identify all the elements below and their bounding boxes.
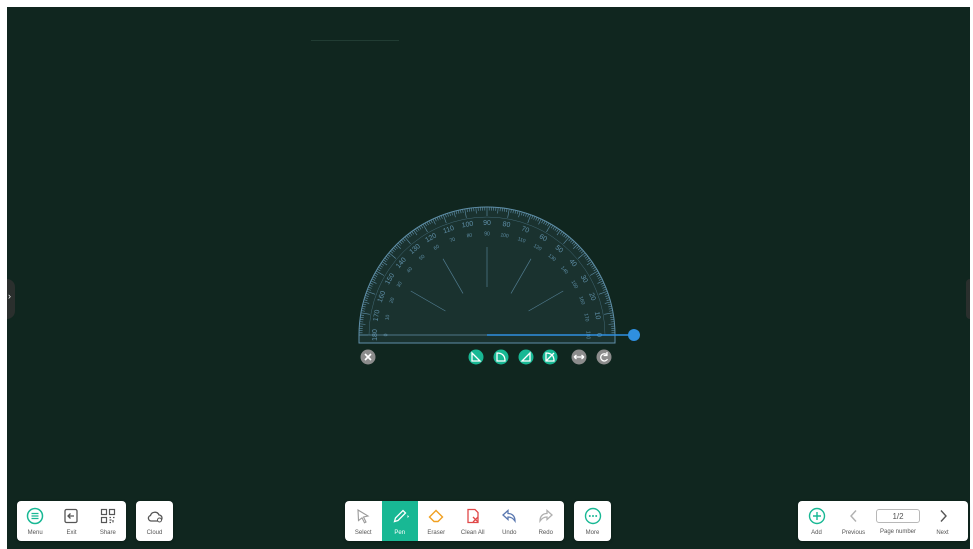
redo-button[interactable]: Redo xyxy=(528,501,565,541)
more-toolbar: More xyxy=(574,501,611,541)
protractor-tool[interactable]: 0180101702016030150401405013060120701108… xyxy=(357,205,647,370)
pen-icon xyxy=(393,509,409,523)
faint-stroke xyxy=(311,40,399,41)
more-icon xyxy=(584,507,601,525)
chevron-left-icon xyxy=(849,510,857,522)
left-drawer-handle[interactable]: › xyxy=(7,279,15,319)
rotate-protractor-button[interactable] xyxy=(596,349,612,365)
protractor-body[interactable] xyxy=(358,206,616,344)
protractor-inner-label: 0 xyxy=(383,333,389,336)
qr-code-icon xyxy=(100,508,115,524)
share-label: Share xyxy=(99,530,116,536)
right-drawer-handle[interactable] xyxy=(966,279,970,319)
cursor-icon xyxy=(357,508,370,524)
protractor-rotate-handle[interactable] xyxy=(628,329,640,341)
clean-all-button[interactable]: Clean All xyxy=(455,501,492,541)
close-protractor-button[interactable] xyxy=(360,349,376,365)
page-number-value[interactable]: 1/2 xyxy=(876,509,920,523)
undo-icon xyxy=(502,509,516,524)
share-button[interactable]: Share xyxy=(90,501,126,541)
eraser-label: Eraser xyxy=(427,530,446,536)
chevron-right-icon: › xyxy=(8,291,11,301)
protractor-outer-label: 10 xyxy=(593,311,601,320)
page-toolbar: Add Previous 1/2 Page number Next xyxy=(798,501,968,541)
exit-button[interactable]: Exit xyxy=(53,501,89,541)
clean-all-label: Clean All xyxy=(460,530,485,536)
flip-protractor-button[interactable] xyxy=(571,349,587,365)
select-button[interactable]: Select xyxy=(345,501,382,541)
protractor-tool-2-button[interactable] xyxy=(493,349,509,365)
page-number-control[interactable]: 1/2 Page number xyxy=(872,501,924,541)
undo-label: Undo xyxy=(502,530,517,536)
menu-button[interactable]: Menu xyxy=(17,501,53,541)
previous-label: Previous xyxy=(841,530,866,536)
redo-icon xyxy=(539,509,553,524)
pen-button[interactable]: Pen xyxy=(381,501,418,541)
menu-icon xyxy=(26,507,44,525)
next-page-button[interactable]: Next xyxy=(924,501,961,541)
left-toolbar: Menu Exit Share xyxy=(17,501,126,541)
protractor-tool-3-button[interactable] xyxy=(518,349,534,365)
add-icon xyxy=(808,507,825,525)
cloud-label: Cloud xyxy=(146,530,163,536)
pen-label: Pen xyxy=(394,530,406,536)
protractor-tool-4-button[interactable] xyxy=(542,349,558,365)
previous-page-button[interactable]: Previous xyxy=(835,501,872,541)
redo-label: Redo xyxy=(538,530,553,536)
whiteboard-canvas[interactable]: › 01801017020160301504014050130601207011… xyxy=(7,7,970,549)
protractor-tool-1-button[interactable] xyxy=(468,349,484,365)
protractor-outer-label: 90 xyxy=(483,220,491,227)
protractor-outer-label: 180 xyxy=(372,329,379,341)
menu-label: Menu xyxy=(27,530,43,536)
eraser-button[interactable]: Eraser xyxy=(418,501,455,541)
more-label: More xyxy=(585,530,600,536)
chevron-right-icon xyxy=(939,510,947,522)
clean-all-icon xyxy=(467,508,479,524)
add-page-button[interactable]: Add xyxy=(798,501,835,541)
more-button[interactable]: More xyxy=(574,501,611,541)
protractor-inner-label: 90 xyxy=(484,231,490,237)
undo-button[interactable]: Undo xyxy=(491,501,528,541)
eraser-icon xyxy=(428,509,444,523)
drawing-toolbar: Select Pen Eraser Clean All Undo Redo xyxy=(345,501,564,541)
next-label: Next xyxy=(936,530,949,536)
cloud-button[interactable]: Cloud xyxy=(136,501,173,541)
page-number-label: Page number xyxy=(879,529,917,535)
add-label: Add xyxy=(811,530,822,536)
protractor-outer-label: 80 xyxy=(502,221,511,229)
cloud-icon xyxy=(147,511,163,523)
cloud-toolbar: Cloud xyxy=(136,501,173,541)
exit-label: Exit xyxy=(66,530,77,536)
select-label: Select xyxy=(354,530,372,536)
exit-icon xyxy=(64,508,79,524)
